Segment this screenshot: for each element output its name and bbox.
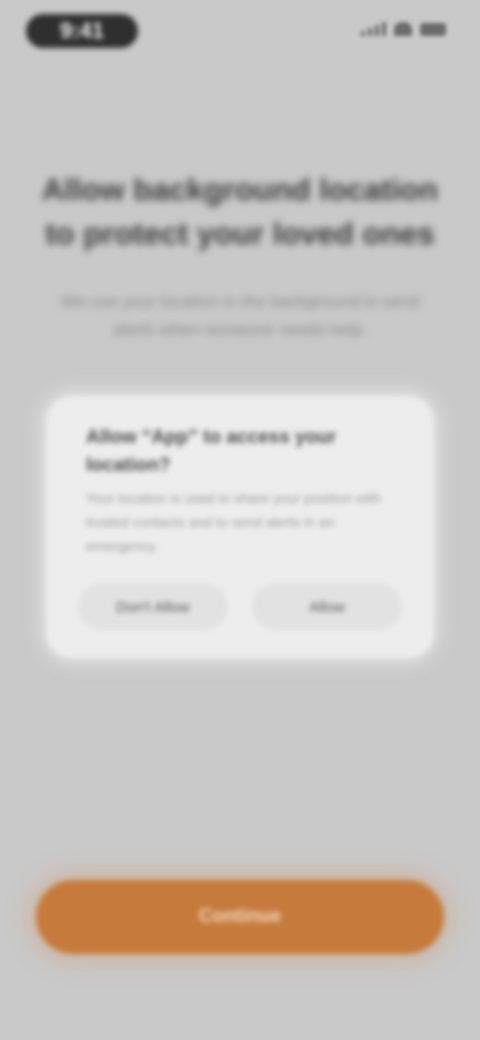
dialog-body: Your location is used to share your posi… — [86, 490, 382, 554]
signal-icon — [361, 22, 386, 36]
continue-button[interactable]: Continue — [36, 880, 444, 954]
dont-allow-button[interactable]: Don't Allow — [78, 584, 228, 630]
page-title: Allow background location to protect you… — [41, 172, 439, 251]
status-bar: 9:41 — [0, 0, 480, 64]
wifi-icon — [394, 22, 412, 36]
status-time: 9:41 — [26, 14, 138, 48]
page-description: We use your location in the background t… — [60, 292, 420, 339]
status-icons — [361, 22, 446, 36]
allow-button[interactable]: Allow — [252, 584, 402, 630]
location-permission-dialog: Allow “App” to access your location? You… — [46, 396, 434, 658]
battery-icon — [420, 22, 446, 36]
dialog-title: Allow “App” to access your location? — [86, 427, 337, 476]
